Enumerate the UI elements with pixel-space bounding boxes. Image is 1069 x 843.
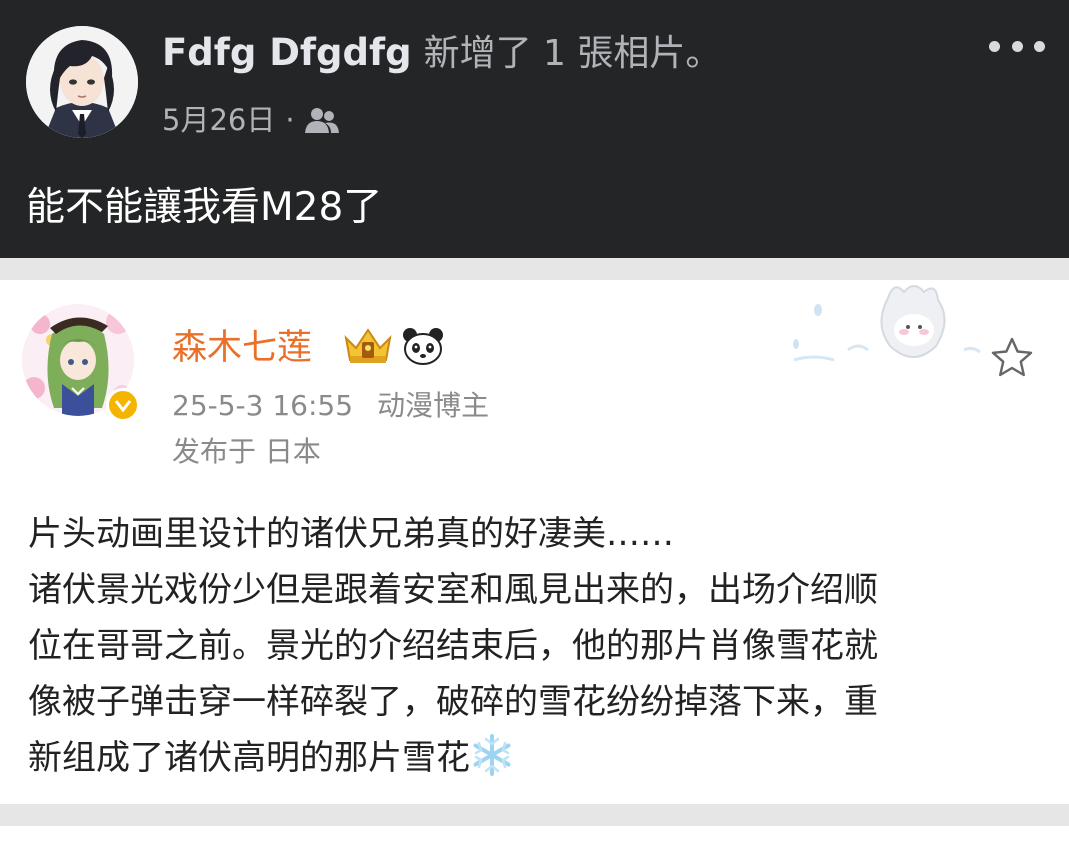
body-line: 诸伏景光戏份少但是跟着安室和風見出来的，出场介绍顺 xyxy=(28,570,878,610)
dot xyxy=(989,40,1000,52)
dot xyxy=(1011,40,1023,52)
body-line: 新组成了诸伏高明的那片雪花 xyxy=(28,738,470,778)
bunny-decoration-icon xyxy=(784,280,984,380)
author-avatar[interactable] xyxy=(26,26,138,138)
post-header-line: Fdfg Dfgdfg 新增了 1 張相片。 xyxy=(162,28,721,79)
weibo-user-name[interactable]: 森木七莲 xyxy=(172,326,312,370)
author-name[interactable]: Fdfg Dfgdfg xyxy=(162,31,412,74)
facebook-post: Fdfg Dfgdfg 新增了 1 張相片。 5月26日 · 能不能讓我看M28了 xyxy=(0,0,1069,258)
weibo-user-role: 动漫博主 xyxy=(377,389,490,422)
weibo-screenshot: 森木七莲 25-5-3 16:55 动漫博主 发布于 日本 片头动画里设计的诸伏… xyxy=(0,280,1069,804)
body-line: 位在哥哥之前。景光的介绍结束后，他的那片肖像雪花就 xyxy=(28,626,878,666)
meta-separator: · xyxy=(285,103,295,137)
weibo-user-avatar[interactable] xyxy=(22,304,140,422)
post-text: 能不能讓我看M28了 xyxy=(26,185,383,230)
post-date[interactable]: 5月26日 xyxy=(162,100,275,140)
weibo-location: 发布于 日本 xyxy=(172,435,321,468)
more-options-icon[interactable] xyxy=(989,30,1045,62)
body-line-last: 新组成了诸伏高明的那片雪花 xyxy=(28,730,1038,786)
dot xyxy=(1034,40,1045,52)
star-icon[interactable] xyxy=(990,336,1034,378)
weibo-timestamp: 25-5-3 16:55 xyxy=(172,389,354,422)
crown-badge-icon xyxy=(342,326,394,366)
post-meta: 5月26日 · xyxy=(162,100,339,140)
post-action-text: 新增了 1 張相片。 xyxy=(423,33,722,74)
body-line: 片头动画里设计的诸伏兄弟真的好凄美…… xyxy=(28,514,674,554)
weibo-meta: 25-5-3 16:55 动漫博主 xyxy=(172,386,489,426)
next-card-edge xyxy=(0,826,1069,843)
verified-badge-icon xyxy=(106,388,140,422)
body-line: 像被子弹击穿一样碎裂了，破碎的雪花纷纷掉落下来，重 xyxy=(28,682,878,722)
panda-badge-icon xyxy=(402,326,444,366)
friends-icon[interactable] xyxy=(304,106,339,134)
weibo-post-body: 片头动画里设计的诸伏兄弟真的好凄美…… 诸伏景光戏份少但是跟着安室和風見出来的，… xyxy=(28,506,1038,786)
snowflake-emoji-icon xyxy=(470,733,514,777)
